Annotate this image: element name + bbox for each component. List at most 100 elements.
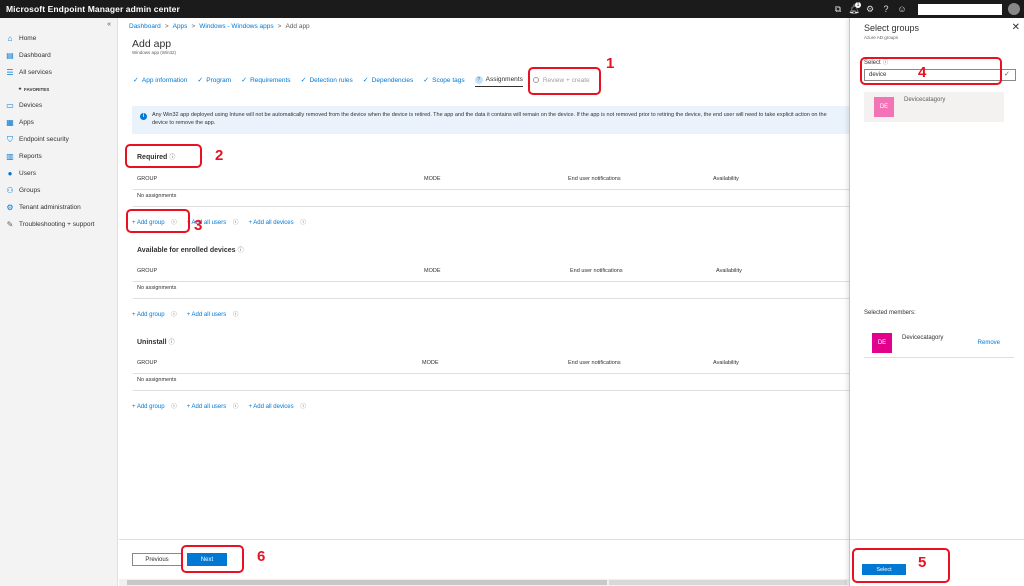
sidebar-item-label: Dashboard bbox=[19, 52, 51, 59]
sidebar-item-troubleshooting[interactable]: ✎ Troubleshooting + support bbox=[0, 216, 117, 233]
main-content: Dashboard > Apps > Windows - Windows apps > Ad… bbox=[119, 18, 849, 586]
section-available-title: Available for enrolled devices ⓘ bbox=[137, 245, 244, 254]
sidebar-item-users[interactable]: ● Users bbox=[0, 165, 117, 182]
check-icon: ✓ bbox=[423, 77, 430, 84]
check-icon: ✓ bbox=[1004, 71, 1010, 78]
add-all-users-link[interactable]: + Add all users ⓘ bbox=[187, 404, 244, 410]
info-circle-icon: ⓘ bbox=[300, 220, 306, 226]
search-result-item[interactable]: DE Devicecatagory bbox=[864, 92, 1004, 122]
uninstall-table-header: GROUP MODE End user notifications Availa… bbox=[133, 360, 849, 374]
scrollbar-thumb[interactable] bbox=[127, 580, 607, 585]
sidebar-item-home[interactable]: ⌂ Home bbox=[0, 30, 117, 47]
required-links: + Add group ⓘ + Add all users ⓘ + Add all … bbox=[132, 218, 316, 226]
sidebar-item-label: Apps bbox=[19, 119, 34, 126]
breadcrumb-apps[interactable]: Apps bbox=[173, 23, 188, 30]
col-group: GROUP bbox=[137, 176, 158, 182]
close-icon[interactable]: ✕ bbox=[1012, 22, 1020, 33]
step-label: Requirements bbox=[250, 76, 291, 84]
tenant-icon: ⚙ bbox=[6, 203, 14, 212]
sidebar-item-label: Reports bbox=[19, 153, 42, 160]
sidebar-item-all-services[interactable]: ☰ All services bbox=[0, 64, 117, 81]
info-circle-icon[interactable]: ⓘ bbox=[883, 60, 889, 66]
selected-member-item: DE Devicecatagory Remove bbox=[864, 328, 1014, 358]
step-requirements[interactable]: ✓ Requirements bbox=[241, 73, 290, 87]
sidebar-item-tenant-administration[interactable]: ⚙ Tenant administration bbox=[0, 199, 117, 216]
uninstall-no-assignments: No assignments bbox=[137, 377, 177, 383]
user-avatar[interactable] bbox=[1008, 3, 1020, 15]
next-button[interactable]: Next bbox=[187, 553, 227, 566]
breadcrumb-separator: > bbox=[191, 23, 196, 30]
annotation-number-3: 3 bbox=[194, 217, 203, 234]
info-circle-icon[interactable]: ⓘ bbox=[169, 340, 175, 346]
col-mode: MODE bbox=[424, 176, 441, 182]
breadcrumb-dashboard[interactable]: Dashboard bbox=[129, 23, 161, 30]
result-name: Devicecatagory bbox=[904, 97, 946, 103]
circle-icon bbox=[532, 77, 539, 83]
sidebar-item-endpoint-security[interactable]: ⛉ Endpoint security bbox=[0, 131, 117, 148]
portal-icon[interactable]: ⧉ bbox=[830, 0, 846, 18]
member-name: Devicecatagory bbox=[902, 334, 944, 341]
step-label: Assignments bbox=[485, 76, 523, 83]
check-icon: ✓ bbox=[241, 77, 248, 84]
link-label: + Add group bbox=[132, 404, 165, 410]
step-program[interactable]: ✓ Program bbox=[197, 73, 231, 87]
account-box[interactable] bbox=[918, 3, 1002, 15]
info-circle-icon[interactable]: ⓘ bbox=[238, 248, 244, 254]
add-all-users-link[interactable]: + Add all users ⓘ bbox=[187, 312, 244, 318]
add-group-link[interactable]: + Add group ⓘ bbox=[132, 220, 182, 226]
sidebar-item-groups[interactable]: ⚇ Groups bbox=[0, 182, 117, 199]
group-avatar: DE bbox=[874, 97, 894, 117]
add-all-devices-link[interactable]: + Add all devices ⓘ bbox=[248, 404, 310, 410]
info-circle-icon: ⓘ bbox=[232, 220, 239, 226]
step-label: Scope tags bbox=[432, 76, 465, 84]
breadcrumb-windows-apps[interactable]: Windows - Windows apps bbox=[199, 23, 273, 30]
devices-icon: ▭ bbox=[6, 101, 14, 110]
info-circle-icon[interactable]: ⓘ bbox=[169, 155, 175, 161]
section-title-text: Available for enrolled devices bbox=[137, 247, 236, 254]
required-no-assignments: No assignments bbox=[137, 193, 177, 199]
step-app-information[interactable]: ✓ App information bbox=[133, 73, 187, 87]
annotation-number-1: 1 bbox=[606, 55, 615, 72]
search-value: device bbox=[869, 72, 887, 78]
sidebar-item-devices[interactable]: ▭ Devices bbox=[0, 97, 117, 114]
previous-button[interactable]: Previous bbox=[132, 553, 182, 566]
breadcrumb-separator: > bbox=[277, 23, 282, 30]
add-group-link[interactable]: + Add group ⓘ bbox=[132, 312, 182, 318]
annotation-number-2: 2 bbox=[215, 147, 224, 164]
list-icon: ☰ bbox=[6, 68, 14, 77]
help-icon[interactable]: ? bbox=[878, 0, 894, 18]
group-search-input[interactable]: device bbox=[864, 69, 1016, 81]
section-title-text: Required bbox=[137, 154, 168, 161]
shield-icon: ⛉ bbox=[7, 134, 13, 144]
add-all-devices-link[interactable]: + Add all devices ⓘ bbox=[248, 220, 310, 226]
step-dependencies[interactable]: ✓ Dependencies bbox=[363, 73, 413, 87]
reports-icon: ▥ bbox=[6, 152, 14, 161]
sidebar-item-apps[interactable]: ▦ Apps bbox=[0, 114, 117, 131]
sidebar-item-label: Endpoint security bbox=[19, 136, 69, 143]
sidebar-item-dashboard[interactable]: ▤ Dashboard bbox=[0, 47, 117, 64]
collapse-sidebar-icon[interactable]: « bbox=[0, 18, 117, 30]
step-label: Review + create bbox=[542, 76, 590, 84]
select-button[interactable]: Select bbox=[862, 564, 906, 575]
blade-subtitle: Azure AD groups bbox=[864, 35, 899, 40]
step-detection-rules[interactable]: ✓ Detection rules bbox=[301, 73, 353, 87]
sidebar-item-label: All services bbox=[19, 69, 52, 76]
add-group-link[interactable]: + Add group ⓘ bbox=[132, 404, 182, 410]
question-icon: ? bbox=[474, 75, 483, 84]
step-assignments[interactable]: ? Assignments bbox=[474, 73, 523, 87]
breadcrumb-separator: > bbox=[164, 23, 169, 30]
check-icon: ✓ bbox=[362, 77, 369, 84]
annotation-number-4: 4 bbox=[918, 64, 927, 81]
bell-icon[interactable]: 🔔︎ 1 bbox=[846, 0, 862, 18]
gear-icon[interactable]: ⚙ bbox=[862, 0, 878, 18]
topbar-icons: ⧉ 🔔︎ 1 ⚙ ? ☺ bbox=[830, 0, 1024, 18]
step-scope-tags[interactable]: ✓ Scope tags bbox=[423, 73, 464, 87]
sidebar-item-reports[interactable]: ▥ Reports bbox=[0, 148, 117, 165]
annotation-number-6: 6 bbox=[257, 548, 266, 565]
horizontal-scrollbar[interactable] bbox=[119, 579, 849, 586]
smiley-icon[interactable]: ☺ bbox=[894, 0, 910, 18]
remove-link[interactable]: Remove bbox=[978, 340, 1000, 346]
sidebar-item-label: Troubleshooting + support bbox=[19, 221, 95, 228]
info-circle-icon: ⓘ bbox=[300, 404, 306, 410]
section-required-title: Required ⓘ bbox=[137, 152, 175, 161]
